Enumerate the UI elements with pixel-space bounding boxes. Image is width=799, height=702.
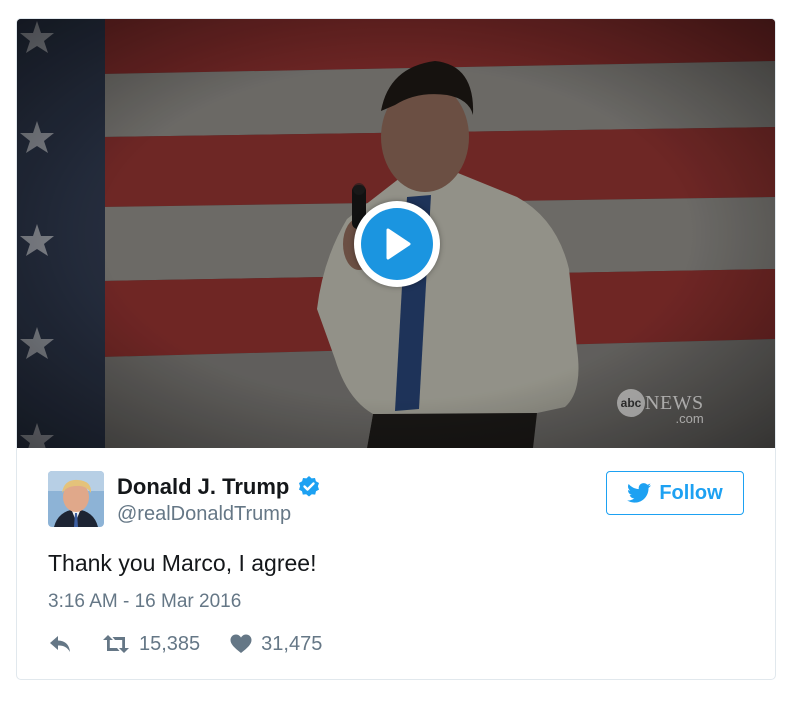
abc-logo: abc <box>617 389 645 417</box>
play-icon <box>361 208 433 280</box>
tweet-timestamp[interactable]: 3:16 AM - 16 Mar 2016 <box>48 591 241 613</box>
tweet-text: Thank you Marco, I agree! <box>48 550 317 576</box>
author-avatar[interactable] <box>48 471 104 527</box>
retweet-icon <box>103 635 129 653</box>
twitter-bird-icon <box>627 483 652 503</box>
verified-badge-icon <box>299 476 320 497</box>
video-player[interactable]: abc NEWS .com <box>17 19 775 448</box>
reply-button[interactable] <box>48 634 72 654</box>
heart-icon <box>230 634 252 653</box>
follow-button[interactable]: Follow <box>606 471 744 515</box>
like-button[interactable]: 31,475 <box>230 633 322 656</box>
author-name-row[interactable]: Donald J. Trump <box>117 474 321 500</box>
retweet-button[interactable]: 15,385 <box>102 633 200 656</box>
retweet-count: 15,385 <box>139 632 201 655</box>
embedded-tweet-card: abc NEWS .com Donald J. Trump @realDonald… <box>16 18 776 680</box>
author-handle[interactable]: @realDonaldTrump <box>117 503 291 526</box>
play-button[interactable] <box>354 201 440 287</box>
author-display-name[interactable]: Donald J. Trump <box>117 474 289 500</box>
reply-icon <box>50 636 70 652</box>
like-count: 31,475 <box>261 632 323 655</box>
follow-button-label: Follow <box>659 481 723 504</box>
abc-news-watermark: abc NEWS .com <box>617 389 704 425</box>
tweet-actions: 15,385 31,475 <box>48 631 322 657</box>
